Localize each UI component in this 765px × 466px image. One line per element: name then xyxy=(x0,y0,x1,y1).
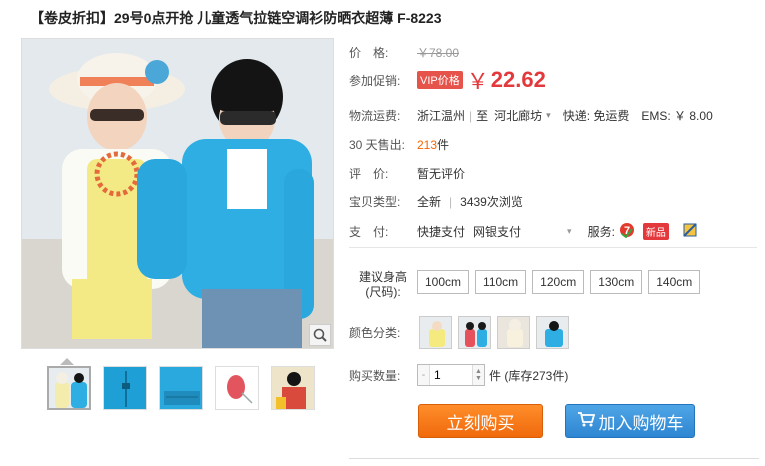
guarantee-icon xyxy=(683,223,697,240)
shipping-row: 物流运费: 浙江温州 | 至 河北廊坊 ▾ 快递: 免运费 EMS: ￥ 8.0… xyxy=(349,107,713,124)
seven-day-return-icon: 7 xyxy=(619,222,635,241)
ship-separator: 至 xyxy=(476,109,489,123)
shipping-label: 物流运费: xyxy=(349,109,401,123)
size-option-120[interactable]: 120cm xyxy=(532,270,585,294)
quantity-up-icon[interactable]: ▲ xyxy=(475,368,482,375)
size-label: 建议身高 (尺码): xyxy=(349,270,417,300)
size-label-line2: (尺码): xyxy=(365,285,401,299)
size-option-100[interactable]: 100cm xyxy=(417,270,470,294)
thumbnail-2[interactable] xyxy=(103,366,147,410)
quantity-label: 购买数量: xyxy=(349,368,401,383)
promo-label: 参加促销: xyxy=(349,73,401,88)
review-row: 评 价: 暂无评价 xyxy=(349,165,465,182)
color-row: 颜色分类: xyxy=(349,316,575,349)
payment-method-quick: 快捷支付 xyxy=(417,225,466,239)
size-row: 建议身高 (尺码): 100cm 110cm 120cm 130cm 140cm xyxy=(349,270,706,300)
original-price: ￥78.00 xyxy=(417,46,460,60)
payment-row: 支 付: 快捷支付 网银支付 ▾ 服务: 7 新品 xyxy=(349,222,697,241)
size-option-130[interactable]: 130cm xyxy=(590,270,643,294)
thumbnail-strip xyxy=(47,366,315,410)
ship-separator-bar: | xyxy=(469,108,473,123)
price-row: 价 格: ￥78.00 xyxy=(349,44,459,61)
sales-unit: 件 xyxy=(437,138,450,152)
thumbnail-1[interactable] xyxy=(47,366,91,410)
currency-symbol: ￥ xyxy=(466,70,489,95)
condition-separator: | xyxy=(449,194,453,209)
ship-to[interactable]: 河北廊坊 xyxy=(494,107,542,124)
color-swatch-4[interactable] xyxy=(536,316,569,349)
quantity-minus-button[interactable]: - xyxy=(418,365,430,385)
payment-label: 支 付: xyxy=(349,225,389,239)
quantity-input[interactable] xyxy=(430,365,472,385)
express-fee: 快递: 免运费 xyxy=(562,109,630,123)
product-title: 【卷皮折扣】29号0点开抢 儿童透气拉链空调衫防晒衣超薄 F-8223 xyxy=(30,10,442,26)
chevron-down-icon[interactable]: ▾ xyxy=(546,110,551,121)
color-label: 颜色分类: xyxy=(349,326,401,340)
price-label: 价 格: xyxy=(349,46,389,60)
stock-info: 件 (库存273件) xyxy=(489,368,569,383)
product-photo xyxy=(22,39,333,348)
color-swatch-2[interactable] xyxy=(458,316,491,349)
size-option-140[interactable]: 140cm xyxy=(648,270,701,294)
quantity-row: 购买数量: - ▲▼ 件 (库存273件) xyxy=(349,364,568,386)
review-label: 评 价: xyxy=(349,167,389,181)
size-options: 100cm 110cm 120cm 130cm 140cm xyxy=(417,270,706,294)
view-count: 3439次浏览 xyxy=(460,195,523,209)
quantity-down-icon[interactable]: ▼ xyxy=(475,375,482,382)
vip-badge: VIP价格 xyxy=(417,71,463,89)
ems-fee: EMS: ￥ 8.00 xyxy=(641,109,713,123)
new-product-badge: 新品 xyxy=(642,223,669,240)
product-main-image[interactable] xyxy=(21,38,334,349)
quantity-stepper[interactable]: - ▲▼ xyxy=(417,364,485,386)
color-swatch-1[interactable] xyxy=(419,316,452,349)
promo-row: 参加促销: VIP价格 ￥ 22.62 xyxy=(349,64,546,96)
thumbnail-4[interactable] xyxy=(215,366,259,410)
thumb-pointer-icon xyxy=(60,358,74,365)
add-to-cart-button[interactable]: 加入购物车 xyxy=(565,404,695,438)
bottom-divider xyxy=(349,458,759,459)
sales-count: 213 xyxy=(417,137,438,152)
promo-price: 22.62 xyxy=(490,67,546,92)
buy-now-label: 立刻购买 xyxy=(446,413,515,433)
ship-from: 浙江温州 xyxy=(417,109,466,123)
service-label: 服务: xyxy=(587,225,615,239)
sales-row: 30 天售出: 213 件 xyxy=(349,136,449,153)
quantity-arrows[interactable]: ▲ ▼ xyxy=(472,365,484,385)
size-label-line1: 建议身高 xyxy=(358,270,407,284)
condition-row: 宝贝类型: 全新 | 3439次浏览 xyxy=(349,193,523,210)
condition-value: 全新 xyxy=(417,195,442,209)
zoom-icon[interactable] xyxy=(309,324,331,346)
color-swatch-3[interactable] xyxy=(497,316,530,349)
cart-icon xyxy=(577,411,595,432)
condition-label: 宝贝类型: xyxy=(349,195,401,209)
divider xyxy=(349,247,757,248)
size-option-110[interactable]: 110cm xyxy=(475,270,527,294)
buy-now-button[interactable]: 立刻购买 xyxy=(418,404,543,438)
thumbnail-5[interactable] xyxy=(271,366,315,410)
thumbnail-3[interactable] xyxy=(159,366,203,410)
sales-label: 30 天售出: xyxy=(349,138,406,152)
review-value[interactable]: 暂无评价 xyxy=(417,165,465,182)
payment-dropdown-icon[interactable]: ▾ xyxy=(567,226,572,237)
payment-method-bank: 网银支付 xyxy=(473,225,522,239)
add-to-cart-label: 加入购物车 xyxy=(598,413,684,433)
